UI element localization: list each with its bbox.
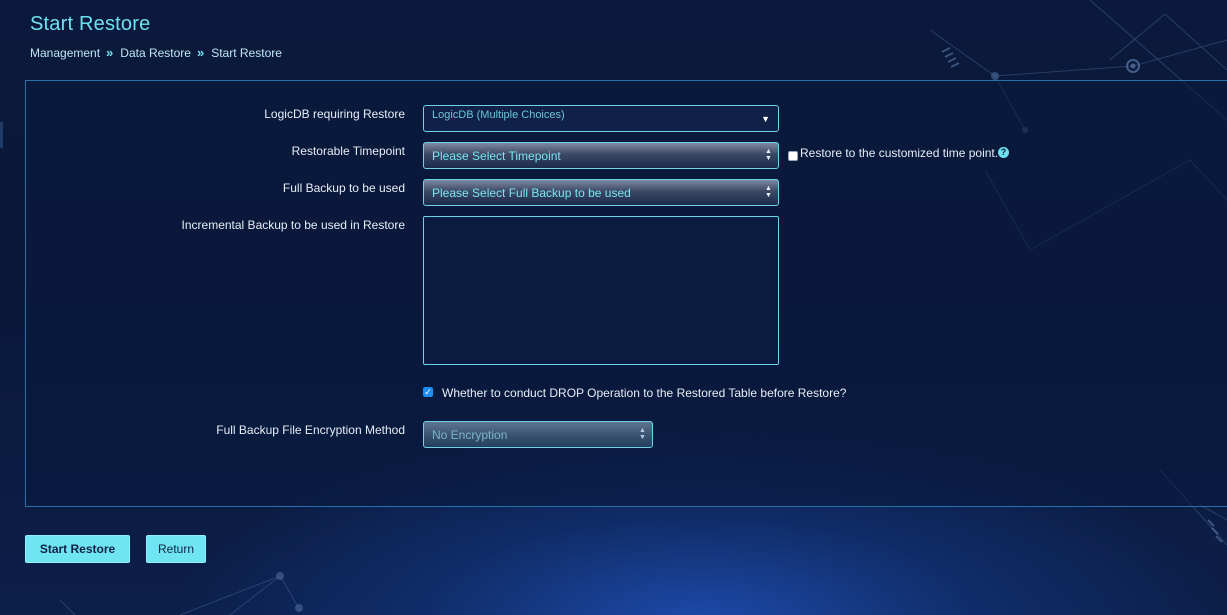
logicdb-label: LogicDB requiring Restore [264,107,405,121]
logicdb-placeholder: LogicDB (Multiple Choices) [432,108,565,121]
select-arrows-icon: ▲ ▼ [765,148,772,162]
custom-timepoint-label: Restore to the customized time point. [800,146,999,160]
help-icon[interactable]: ? [998,147,1009,158]
dropdown-caret-icon: ▼ [761,114,770,124]
side-tab-indicator [0,122,3,148]
encryption-select[interactable]: No Encryption ▲ ▼ [423,421,653,448]
full-backup-select[interactable]: Please Select Full Backup to be used ▲ ▼ [423,179,779,206]
breadcrumb-data-restore[interactable]: Data Restore [120,46,191,60]
encryption-value: No Encryption [432,427,508,442]
breadcrumb: Management » Data Restore » Start Restor… [30,45,282,60]
breadcrumb-separator-icon: » [196,45,205,60]
select-arrows-icon: ▲ ▼ [765,185,772,199]
breadcrumb-management[interactable]: Management [30,46,100,60]
start-restore-button[interactable]: Start Restore [25,535,130,563]
breadcrumb-separator-icon: » [106,45,114,60]
page-title: Start Restore [30,13,151,35]
logicdb-select[interactable]: LogicDB (Multiple Choices) ▼ [423,105,779,132]
drop-operation-label: Whether to conduct DROP Operation to the… [442,386,847,400]
timepoint-value: Please Select Timepoint [432,148,561,163]
custom-timepoint-checkbox[interactable] [788,151,798,161]
incremental-backup-list[interactable] [423,216,779,365]
drop-operation-checkbox[interactable]: ✓ [423,387,433,397]
incremental-backup-label: Incremental Backup to be used in Restore [181,218,405,232]
timepoint-label: Restorable Timepoint [291,144,405,158]
select-arrows-icon: ▲ ▼ [639,427,646,441]
timepoint-select[interactable]: Please Select Timepoint ▲ ▼ [423,142,779,169]
full-backup-value: Please Select Full Backup to be used [432,185,631,200]
return-button[interactable]: Return [146,535,206,563]
full-backup-label: Full Backup to be used [282,181,405,195]
checkmark-icon: ✓ [424,387,432,397]
breadcrumb-current: Start Restore [211,45,282,60]
encryption-label: Full Backup File Encryption Method [216,423,405,437]
